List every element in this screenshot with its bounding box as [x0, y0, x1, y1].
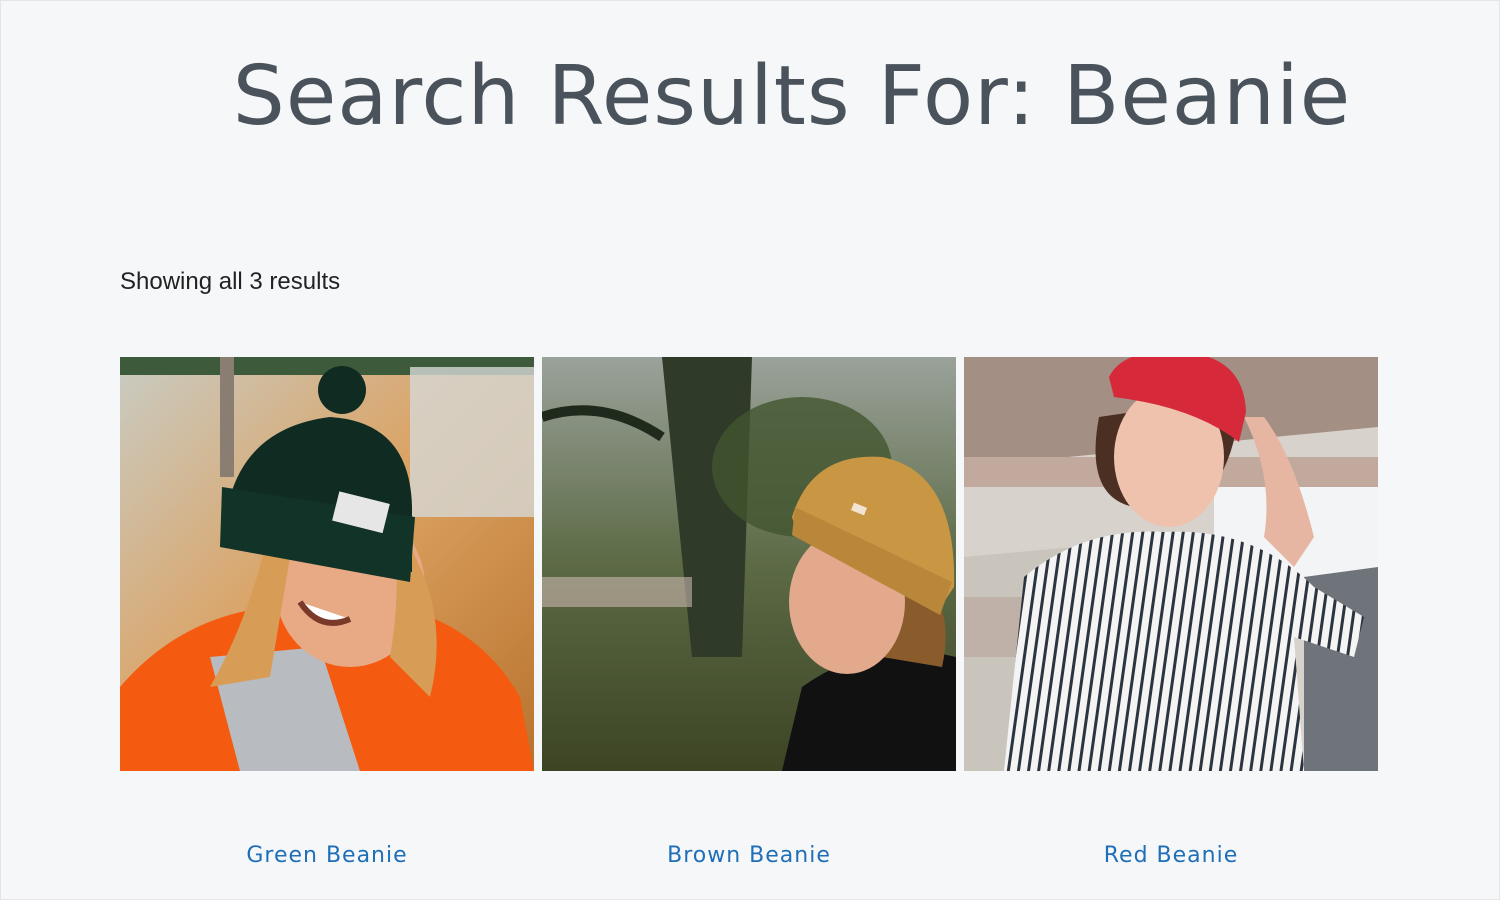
product-title-link[interactable]: Brown Beanie — [667, 843, 831, 868]
result-count: Showing all 3 results — [120, 268, 341, 295]
woman-red-beanie-icon — [964, 357, 1378, 771]
product-grid: Green Beanie Brown Beanie Red Beanie — [120, 357, 1378, 868]
product-card: Green Beanie — [120, 357, 534, 868]
product-title-link[interactable]: Green Beanie — [246, 843, 407, 868]
man-brown-beanie-icon — [542, 357, 956, 771]
woman-green-beanie-icon — [120, 357, 534, 771]
page-title: Search Results For: Beanie — [232, 49, 1352, 144]
product-card: Brown Beanie — [542, 357, 956, 868]
product-image-red-beanie[interactable] — [964, 357, 1378, 771]
product-image-brown-beanie[interactable] — [542, 357, 956, 771]
product-image-green-beanie[interactable] — [120, 357, 534, 771]
product-title-link[interactable]: Red Beanie — [1104, 843, 1239, 868]
product-card: Red Beanie — [964, 357, 1378, 868]
